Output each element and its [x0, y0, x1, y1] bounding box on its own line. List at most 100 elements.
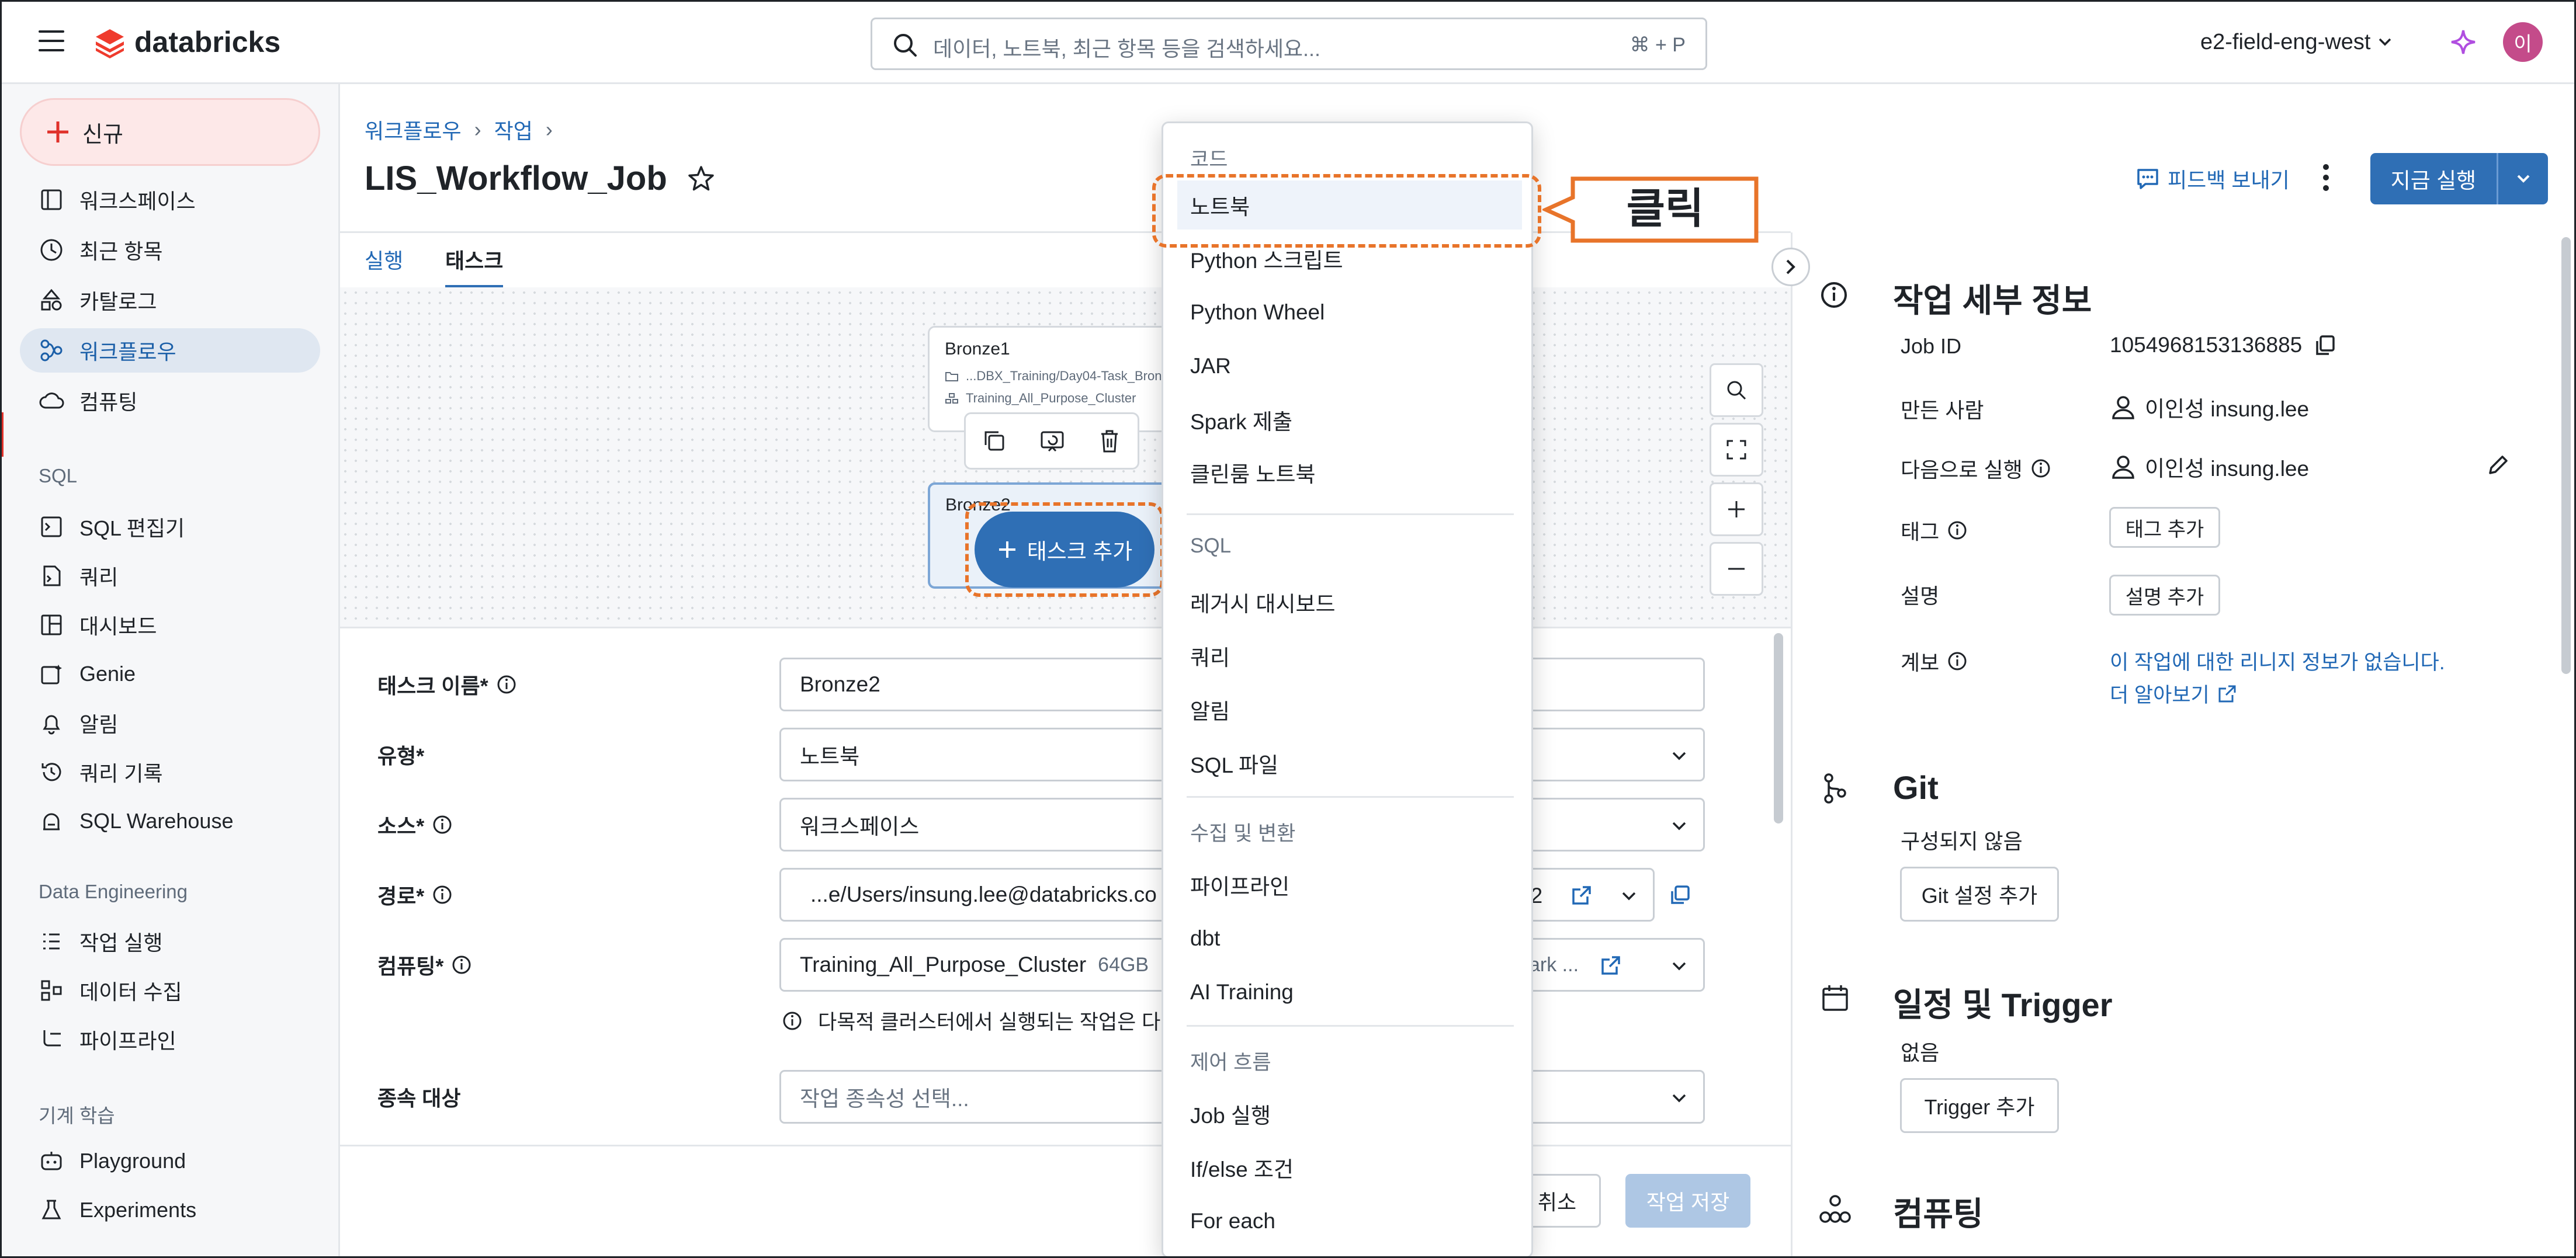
copy-path-icon[interactable] — [1667, 883, 1692, 908]
sidebar-item-playground[interactable]: Playground — [20, 1139, 320, 1183]
collapse-panel-button[interactable] — [1771, 248, 1810, 286]
databricks-logo-icon — [96, 29, 124, 58]
menu-item-run-job[interactable]: Job 실행 — [1177, 1089, 1522, 1138]
zoom-out-button[interactable] — [1710, 542, 1763, 596]
sidebar-item-sql-editor[interactable]: SQL 편집기 — [20, 505, 320, 549]
sidebar-item-dashboards[interactable]: 대시보드 — [20, 603, 320, 647]
add-description-button[interactable]: 설명 추가 — [2109, 575, 2220, 616]
details-scrollbar[interactable] — [2561, 237, 2571, 674]
zoom-search-button[interactable] — [1710, 363, 1763, 417]
databricks-logo[interactable]: databricks — [93, 23, 280, 61]
sidebar-item-workflows[interactable]: 워크플로우 — [20, 328, 320, 373]
menu-item-jar[interactable]: JAR — [1177, 342, 1522, 391]
info-icon — [1821, 282, 1847, 308]
add-task-label: 태스크 추가 — [1027, 540, 1133, 564]
workflow-icon — [39, 338, 64, 363]
new-button[interactable]: 신규 — [20, 98, 320, 166]
add-trigger-button[interactable]: Trigger 추가 — [1900, 1078, 2059, 1133]
trash-icon[interactable] — [1098, 428, 1121, 454]
info-icon[interactable] — [2031, 458, 2051, 478]
sidebar-item-sql-warehouse[interactable]: SQL Warehouse — [20, 799, 320, 843]
avatar[interactable]: 이 — [2503, 22, 2543, 62]
dag-canvas[interactable]: Bronze1 ...DBX_Training/Day04-Task_Bron … — [340, 287, 1791, 628]
task-type-menu: 코드 노트북 Python 스크립트 Python Wheel JAR Spar… — [1162, 121, 1533, 1258]
info-icon[interactable] — [432, 815, 452, 835]
sidebar-item-label: SQL 편집기 — [79, 516, 185, 540]
breadcrumb-separator: › — [474, 117, 481, 141]
tab-runs[interactable]: 실행 — [365, 244, 403, 274]
sidebar-item-label: 알림 — [79, 713, 119, 736]
info-icon[interactable] — [1947, 651, 1967, 671]
add-tag-button[interactable]: 태그 추가 — [2109, 507, 2220, 548]
star-icon[interactable] — [687, 165, 715, 193]
sidebar-item-genie[interactable]: Genie — [20, 652, 320, 696]
menu-item-legacy-dashboard[interactable]: 레거시 대시보드 — [1177, 578, 1522, 627]
pencil-edit-icon[interactable] — [2485, 452, 2511, 478]
info-icon[interactable] — [497, 675, 516, 694]
run-now-button[interactable]: 지금 실행 — [2370, 153, 2497, 204]
repair-run-icon[interactable] — [1039, 429, 1065, 453]
copy-icon[interactable] — [2312, 333, 2337, 357]
menu-item-python-wheel[interactable]: Python Wheel — [1177, 288, 1522, 337]
sidebar-item-label: SQL Warehouse — [79, 809, 234, 833]
menu-item-dbt[interactable]: dbt — [1177, 914, 1522, 963]
sidebar-item-data-ingestion[interactable]: 데이터 수집 — [20, 968, 320, 1013]
lineage-label-row: 계보 — [1901, 646, 1967, 676]
menu-item-clean-room-notebook[interactable]: 클린룸 노트북 — [1177, 448, 1522, 497]
copy-icon[interactable] — [982, 429, 1007, 453]
sidebar-item-catalog[interactable]: 카탈로그 — [20, 278, 320, 322]
sidebar-item-compute[interactable]: 컴퓨팅 — [20, 378, 320, 423]
menu-item-sql-file[interactable]: SQL 파일 — [1177, 739, 1522, 788]
search-placeholder: 데이터, 노트북, 최근 항목 등을 검색하세요... — [933, 37, 1321, 61]
menu-item-if-else[interactable]: If/else 조건 — [1177, 1143, 1522, 1192]
menu-item-ai-training[interactable]: AI Training — [1177, 968, 1522, 1017]
feedback-button[interactable]: 피드백 보내기 — [2135, 164, 2290, 194]
folder-icon — [39, 187, 64, 213]
info-icon[interactable] — [432, 885, 452, 905]
hamburger-menu-icon[interactable] — [39, 29, 64, 53]
menu-item-pipeline[interactable]: 파이프라인 — [1177, 860, 1522, 909]
lineage-label: 계보 — [1901, 651, 1940, 675]
page-title[interactable]: LIS_Workflow_Job — [365, 159, 667, 198]
menu-item-for-each[interactable]: For each — [1177, 1197, 1522, 1246]
external-link-icon[interactable] — [1599, 954, 1622, 977]
sidebar-item-alerts[interactable]: 알림 — [20, 701, 320, 745]
fit-view-button[interactable] — [1710, 423, 1763, 477]
experiments-icon — [39, 1197, 64, 1223]
minus-icon — [1728, 568, 1745, 570]
sidebar-item-recents[interactable]: 최근 항목 — [20, 228, 320, 272]
info-icon[interactable] — [1947, 520, 1967, 540]
breadcrumb-workflows[interactable]: 워크플로우 — [365, 114, 462, 145]
tab-tasks[interactable]: 태스크 — [445, 244, 504, 289]
run-now-dropdown-button[interactable] — [2497, 153, 2548, 204]
menu-item-alert[interactable]: 알림 — [1177, 685, 1522, 734]
workspace-switcher[interactable]: e2-field-eng-west — [2200, 27, 2393, 57]
zoom-in-button[interactable] — [1710, 482, 1763, 536]
form-scrollbar[interactable] — [1774, 633, 1783, 823]
add-git-settings-button[interactable]: Git 설정 추가 — [1900, 867, 2059, 922]
job-title-row: LIS_Workflow_Job — [365, 159, 715, 198]
kebab-menu-icon[interactable] — [2320, 162, 2332, 193]
breadcrumb-separator: › — [545, 117, 553, 141]
search-bar[interactable]: 데이터, 노트북, 최근 항목 등을 검색하세요... ⌘ + P — [871, 18, 1707, 70]
sidebar-item-experiments[interactable]: Experiments — [20, 1188, 320, 1232]
learn-more-link[interactable]: 더 알아보기 — [2110, 679, 2238, 708]
add-description-label: 설명 추가 — [2125, 586, 2204, 609]
add-task-button[interactable]: 태스크 추가 — [975, 512, 1154, 588]
sidebar-heading-ml: 기계 학습 — [39, 1105, 115, 1127]
info-icon[interactable] — [452, 955, 471, 975]
sidebar-item-job-runs[interactable]: 작업 실행 — [20, 919, 320, 964]
brand-name: databricks — [134, 26, 281, 58]
sidebar-item-workspace[interactable]: 워크스페이스 — [20, 178, 320, 222]
save-task-button[interactable]: 작업 저장 — [1625, 1174, 1750, 1228]
breadcrumb-jobs[interactable]: 작업 — [494, 114, 533, 145]
compute-label-row: 컴퓨팅* — [377, 950, 471, 980]
menu-item-spark-submit[interactable]: Spark 제출 — [1177, 395, 1522, 444]
sidebar-item-pipelines[interactable]: 파이프라인 — [20, 1017, 320, 1062]
sidebar-item-query-history[interactable]: 쿼리 기록 — [20, 750, 320, 794]
external-link-icon[interactable] — [1570, 884, 1593, 907]
sidebar-item-queries[interactable]: 쿼리 — [20, 554, 320, 598]
sparkle-assistant-icon[interactable] — [2449, 28, 2477, 56]
menu-item-query[interactable]: 쿼리 — [1177, 631, 1522, 680]
menu-divider — [1187, 513, 1514, 515]
